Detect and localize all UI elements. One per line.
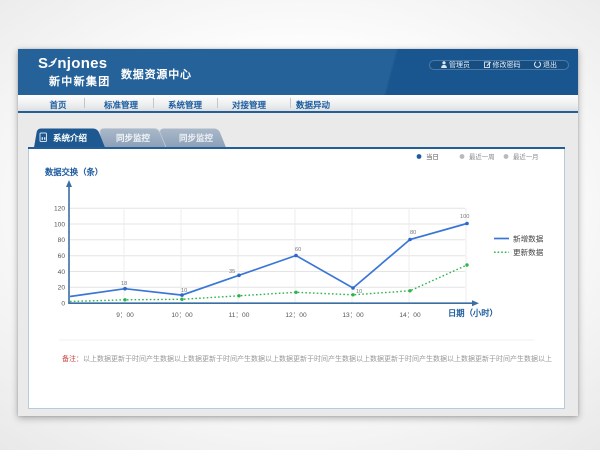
svg-text:10: 10: [356, 289, 362, 295]
svg-text:80: 80: [410, 230, 416, 236]
svg-text:11：00: 11：00: [229, 312, 250, 319]
svg-text:60: 60: [58, 253, 66, 260]
svg-text:最近一周: 最近一周: [469, 152, 495, 161]
svg-text:12：00: 12：00: [285, 312, 307, 319]
svg-text:同步监控: 同步监控: [179, 133, 214, 143]
svg-text:80: 80: [58, 237, 66, 244]
svg-text:10：00: 10：00: [171, 312, 193, 319]
svg-text:当日: 当日: [426, 152, 439, 161]
svg-text:10: 10: [181, 288, 187, 294]
svg-text:新增数据: 新增数据: [513, 234, 544, 244]
svg-text:100: 100: [54, 221, 65, 228]
svg-text:系统介绍: 系统介绍: [53, 133, 88, 143]
svg-text:20: 20: [58, 285, 66, 292]
svg-text:100: 100: [460, 214, 469, 220]
svg-text:18: 18: [121, 281, 127, 287]
svg-text:40: 40: [58, 269, 66, 276]
svg-text:数据交换（条）: 数据交换（条）: [45, 167, 103, 177]
svg-text:0: 0: [61, 300, 65, 307]
svg-text:日期（小时）: 日期（小时）: [448, 308, 498, 318]
svg-text:14：00: 14：00: [399, 312, 421, 319]
svg-text:最近一月: 最近一月: [513, 152, 539, 161]
svg-text:备注：以上数据更新于时间产生数据以上数据更新于时间产生数据以: 备注：以上数据更新于时间产生数据以上数据更新于时间产生数据以上数据更新于时间产生…: [62, 354, 552, 363]
svg-text:60: 60: [295, 247, 301, 253]
svg-text:同步监控: 同步监控: [116, 133, 151, 143]
svg-text:35: 35: [229, 269, 235, 275]
svg-text:9：00: 9：00: [116, 312, 134, 319]
svg-text:13：00: 13：00: [342, 312, 364, 319]
svg-text:120: 120: [54, 206, 65, 213]
svg-text:更新数据: 更新数据: [513, 247, 544, 257]
